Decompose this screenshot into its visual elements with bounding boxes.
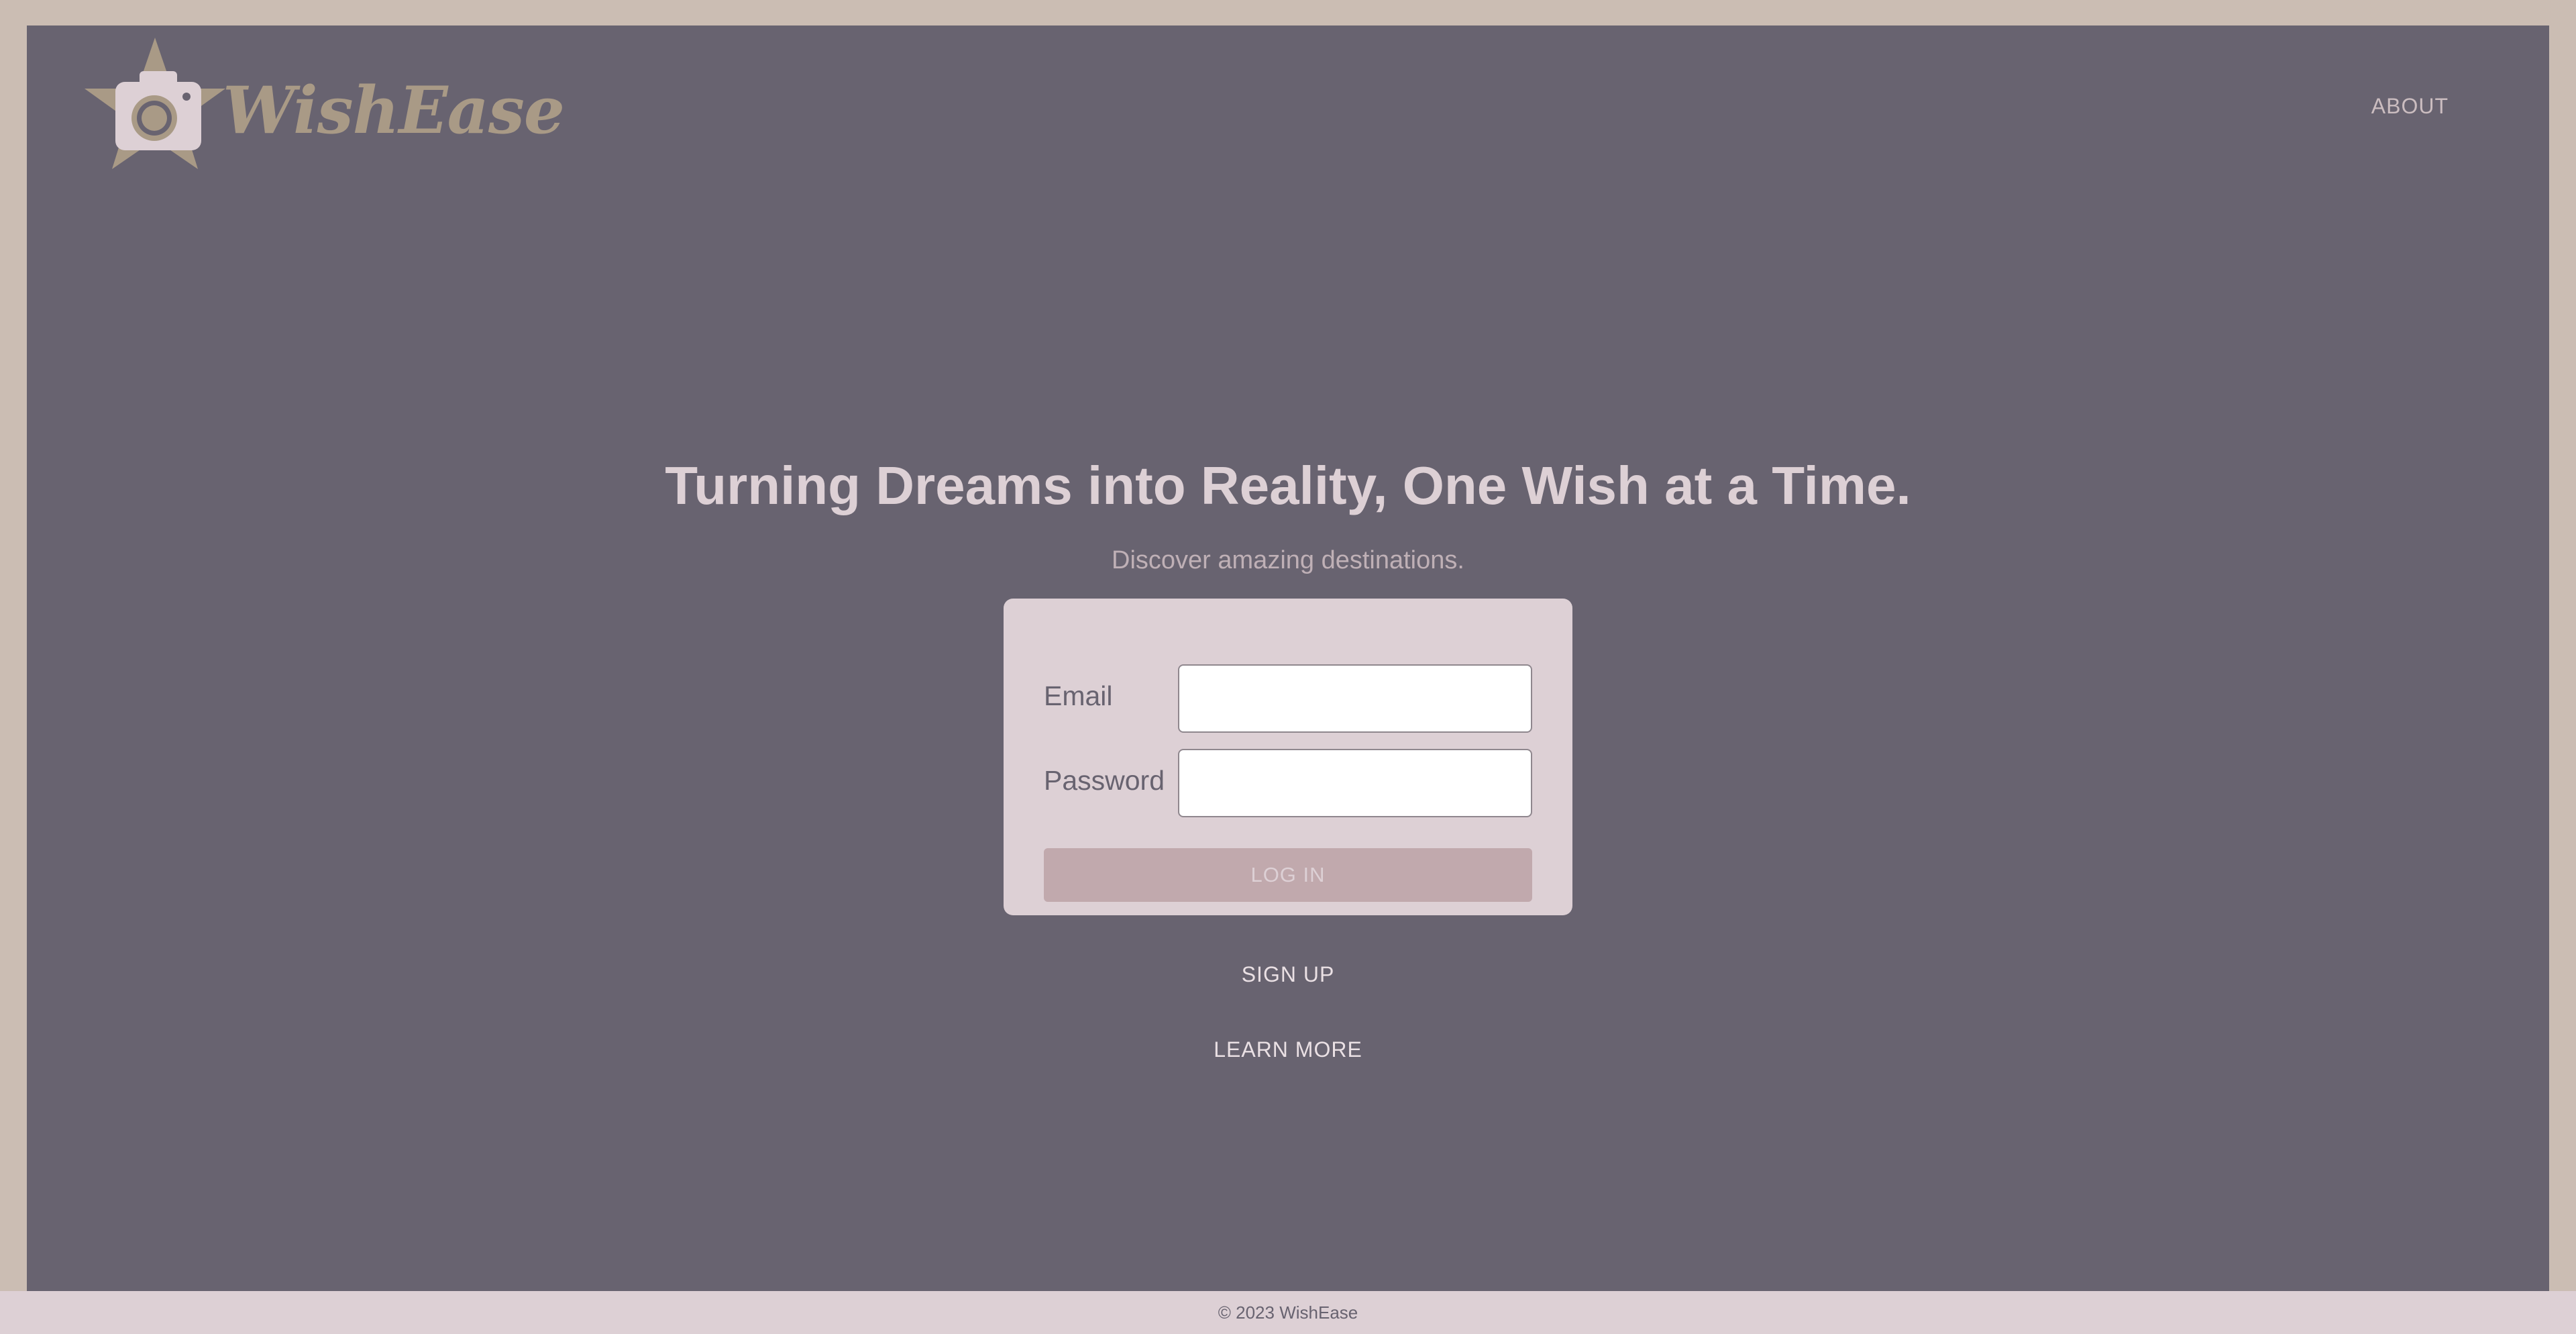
star-camera-icon (85, 38, 225, 169)
password-label: Password (1044, 765, 1165, 796)
footer-copyright: © 2023 WishEase (1218, 1302, 1358, 1323)
hero-title: Turning Dreams into Reality, One Wish at… (665, 456, 1911, 515)
learn-more-link[interactable]: LEARN MORE (27, 1037, 2549, 1062)
email-input[interactable] (1178, 664, 1532, 733)
brand-logo[interactable]: WishEase (79, 36, 565, 184)
login-button[interactable]: LOG IN (1044, 848, 1532, 902)
brand-name: WishEase (223, 72, 565, 148)
email-label: Email (1044, 680, 1113, 711)
hero-subtitle: Discover amazing destinations. (1112, 546, 1464, 574)
login-card: Email Password LOG IN (1004, 599, 1572, 915)
main-frame: WishEase ABOUT Turning Dreams into Reali… (27, 25, 2549, 1291)
signup-link[interactable]: SIGN UP (27, 962, 2549, 987)
footer: © 2023 WishEase (0, 1291, 2576, 1334)
nav-about-link[interactable]: ABOUT (2371, 94, 2449, 119)
password-input[interactable] (1178, 749, 1532, 817)
